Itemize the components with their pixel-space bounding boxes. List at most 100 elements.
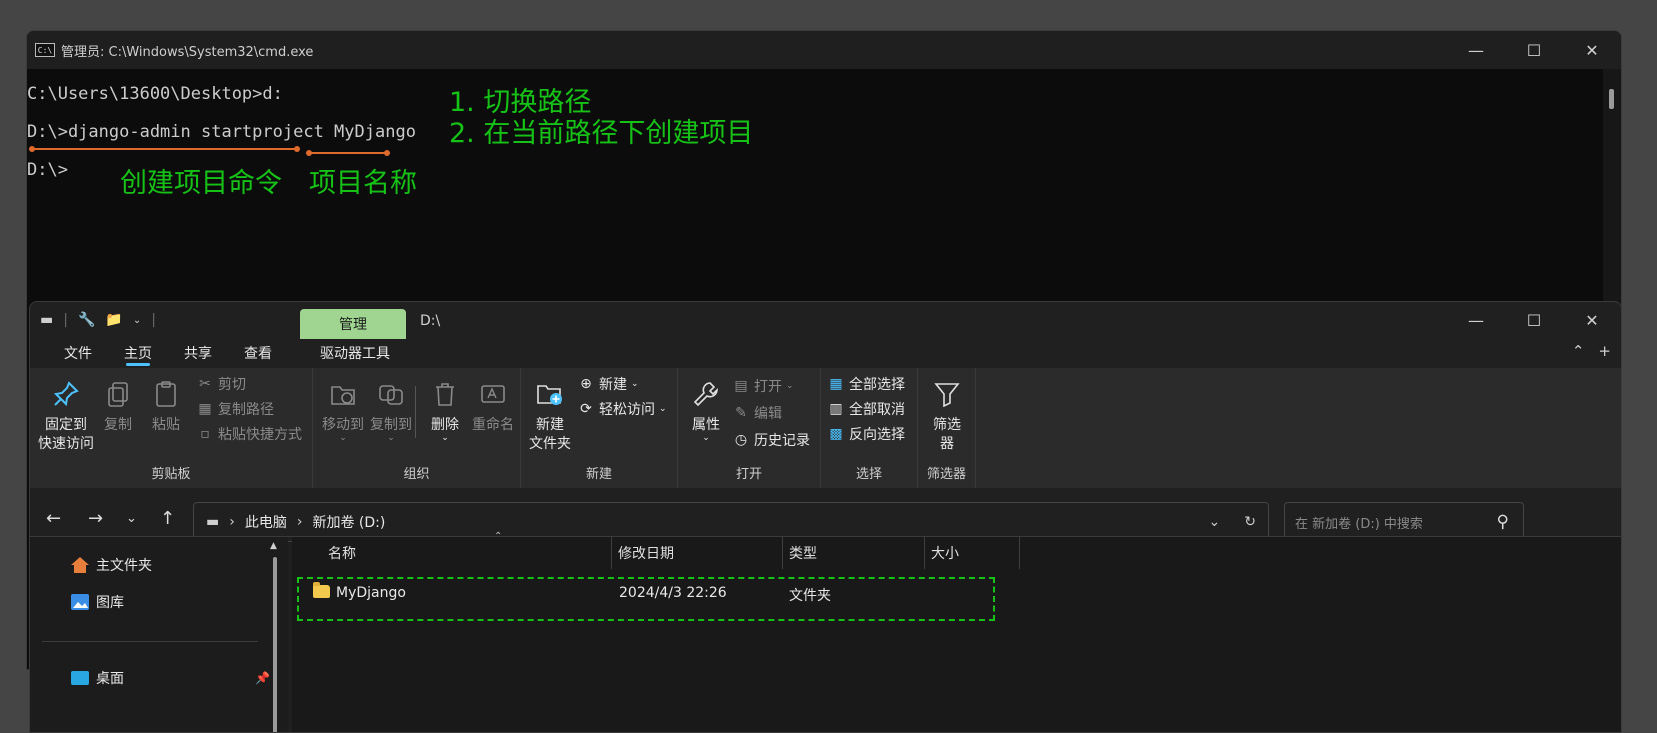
navigation-pane: 主文件夹 图库 桌面 📌 ▲ — [30, 537, 288, 732]
collapse-ribbon-icon[interactable]: ⌃ — [1572, 342, 1585, 360]
nav-item-desktop[interactable]: 桌面 📌 — [70, 668, 270, 688]
open-button[interactable]: ▤ 打开 ⌄ — [732, 376, 793, 396]
manage-tab[interactable]: 管理 — [300, 309, 406, 339]
tab-share[interactable]: 共享 — [168, 338, 228, 368]
ribbon-tabs: 文件 主页 共享 查看 驱动器工具 ⌃ + — [30, 338, 1621, 368]
open-label: 打开 — [754, 379, 782, 395]
history-icon: ◷ — [734, 432, 748, 448]
annotation-project-name: 项目名称 — [309, 168, 417, 199]
tab-file[interactable]: 文件 — [48, 338, 108, 368]
drive-icon: ▬ — [206, 514, 220, 530]
move-to-button[interactable]: 移动到 ⌄ — [317, 376, 369, 443]
filter-group: 筛选 器 筛选器 — [918, 368, 976, 488]
delete-button[interactable]: 删除 ⌄ — [423, 376, 467, 443]
new-folder-icon — [532, 376, 568, 412]
file-type-cell: 文件夹 — [789, 588, 831, 604]
move-to-label: 移动到 — [322, 417, 364, 433]
rename-icon — [475, 376, 511, 412]
nav-item-gallery[interactable]: 图库 — [70, 592, 124, 612]
plus-icon[interactable]: + — [1598, 342, 1611, 360]
plus-circle-icon: ⊕ — [580, 376, 592, 392]
select-none-icon: ▥ — [829, 401, 843, 417]
new-item-button[interactable]: ⊕ 新建 ⌄ — [577, 374, 638, 394]
maximize-button[interactable]: ☐ — [1505, 31, 1563, 69]
new-folder-quick-icon[interactable]: 📁 — [105, 312, 122, 328]
close-button[interactable]: ✕ — [1563, 302, 1621, 338]
cut-button[interactable]: ✂ 剪切 — [196, 374, 246, 394]
nav-gallery-label: 图库 — [96, 595, 124, 611]
breadcrumb-this-pc[interactable]: 此电脑 — [245, 512, 287, 532]
table-row[interactable]: MyDjango 2024/4/3 22:26 文件夹 — [297, 577, 995, 621]
copy-to-button[interactable]: 复制到 ⌄ — [365, 376, 417, 443]
forward-arrow-icon[interactable]: → — [88, 508, 103, 529]
column-header-modified[interactable]: 修改日期 — [612, 537, 783, 569]
file-name-cell[interactable]: MyDjango — [313, 582, 406, 601]
select-all-icon: ▦ — [829, 376, 843, 392]
copy-label: 复制 — [104, 417, 132, 433]
nav-scrollbar[interactable]: ▲ — [268, 537, 282, 732]
history-button[interactable]: ◷ 历史记录 — [732, 430, 810, 450]
tab-drive-tools[interactable]: 驱动器工具 — [288, 338, 406, 368]
scroll-up-icon[interactable]: ▲ — [270, 541, 277, 551]
project-name-underline — [306, 150, 390, 156]
paste-shortcut-icon: ▫ — [200, 426, 210, 442]
nav-home-label: 主文件夹 — [96, 558, 152, 574]
rename-label: 重命名 — [472, 417, 514, 433]
nav-divider — [42, 641, 258, 642]
search-icon[interactable]: ⚲ — [1497, 512, 1509, 532]
pencil-icon: ✎ — [735, 405, 747, 421]
filter-button[interactable]: 筛选 器 — [924, 376, 970, 454]
open-group: 属性 ⌄ ▤ 打开 ⌄ ✎ 编辑 ◷ 历史记录 打开 — [678, 368, 821, 488]
cmd-title: 管理员: C:\Windows\System32\cmd.exe — [61, 44, 314, 60]
copy-to-icon — [373, 376, 409, 412]
paste-label: 粘贴 — [152, 417, 180, 433]
address-dropdown-icon[interactable]: ⌄ — [1209, 514, 1221, 530]
select-none-button[interactable]: ▥ 全部取消 — [827, 399, 905, 419]
easy-access-label: 轻松访问 — [599, 402, 655, 418]
chevron-down-icon[interactable]: ⌄ — [133, 315, 141, 326]
rename-button[interactable]: 重命名 — [467, 376, 519, 435]
tab-home[interactable]: 主页 — [108, 338, 168, 368]
properties-quick-icon[interactable]: 🔧 — [78, 312, 95, 328]
new-folder-button[interactable]: 新建 文件夹 — [525, 376, 575, 454]
command-underline — [29, 146, 300, 152]
properties-label: 属性 — [692, 417, 720, 433]
copy-path-button[interactable]: ▦ 复制路径 — [196, 399, 274, 419]
maximize-button[interactable]: ☐ — [1505, 302, 1563, 338]
tab-view[interactable]: 查看 — [228, 338, 288, 368]
annotation-step2: 2. 在当前路径下创建项目 — [449, 118, 754, 149]
back-arrow-icon[interactable]: ← — [46, 508, 61, 529]
delete-label: 删除 — [431, 417, 459, 433]
column-header-name[interactable]: 名称 ⌃ — [322, 531, 612, 569]
recent-dropdown-icon[interactable]: ⌄ — [126, 511, 137, 526]
easy-access-button[interactable]: ⟳ 轻松访问 ⌄ — [577, 399, 666, 419]
explorer-window: ▬ | 🔧 📁 ⌄ | 管理 D:\ — ☐ ✕ 文件 主页 共享 查看 驱动器… — [29, 301, 1622, 733]
wrench-icon — [688, 376, 724, 412]
filter-group-label: 筛选器 — [926, 467, 966, 482]
close-button[interactable]: ✕ — [1563, 31, 1621, 69]
paste-button[interactable]: 粘贴 — [144, 376, 188, 435]
new-folder-label: 新建 文件夹 — [529, 417, 571, 452]
nav-item-home[interactable]: 主文件夹 — [70, 555, 152, 575]
invert-selection-button[interactable]: ▩ 反向选择 — [827, 424, 905, 444]
paste-shortcut-button[interactable]: ▫ 粘贴快捷方式 — [196, 424, 302, 444]
cmd-titlebar[interactable]: C:\ 管理员: C:\Windows\System32\cmd.exe — ☐… — [27, 31, 1621, 69]
select-all-button[interactable]: ▦ 全部选择 — [827, 374, 905, 394]
copy-path-label: 复制路径 — [218, 402, 274, 418]
up-arrow-icon[interactable]: ↑ — [160, 508, 175, 529]
nav-scrollbar-thumb[interactable] — [273, 557, 277, 732]
drive-icon: ▬ — [40, 312, 54, 328]
minimize-button[interactable]: — — [1447, 31, 1505, 69]
cmd-line-2: D:\>django-admin startproject MyDjango — [27, 122, 416, 142]
properties-button[interactable]: 属性 ⌄ — [684, 376, 728, 443]
cmd-scrollbar-thumb[interactable] — [1609, 89, 1614, 109]
refresh-icon[interactable]: ↻ — [1244, 514, 1256, 530]
column-header-size[interactable]: 大小 — [925, 537, 1020, 569]
pin-quick-access-button[interactable]: 固定到 快速访问 — [36, 376, 96, 454]
edit-button[interactable]: ✎ 编辑 — [732, 403, 782, 423]
cut-label: 剪切 — [218, 377, 246, 393]
copy-button[interactable]: 复制 — [96, 376, 140, 435]
minimize-button[interactable]: — — [1447, 302, 1505, 338]
column-header-type[interactable]: 类型 — [783, 537, 925, 569]
breadcrumb-drive-d[interactable]: 新加卷 (D:) — [312, 512, 385, 532]
